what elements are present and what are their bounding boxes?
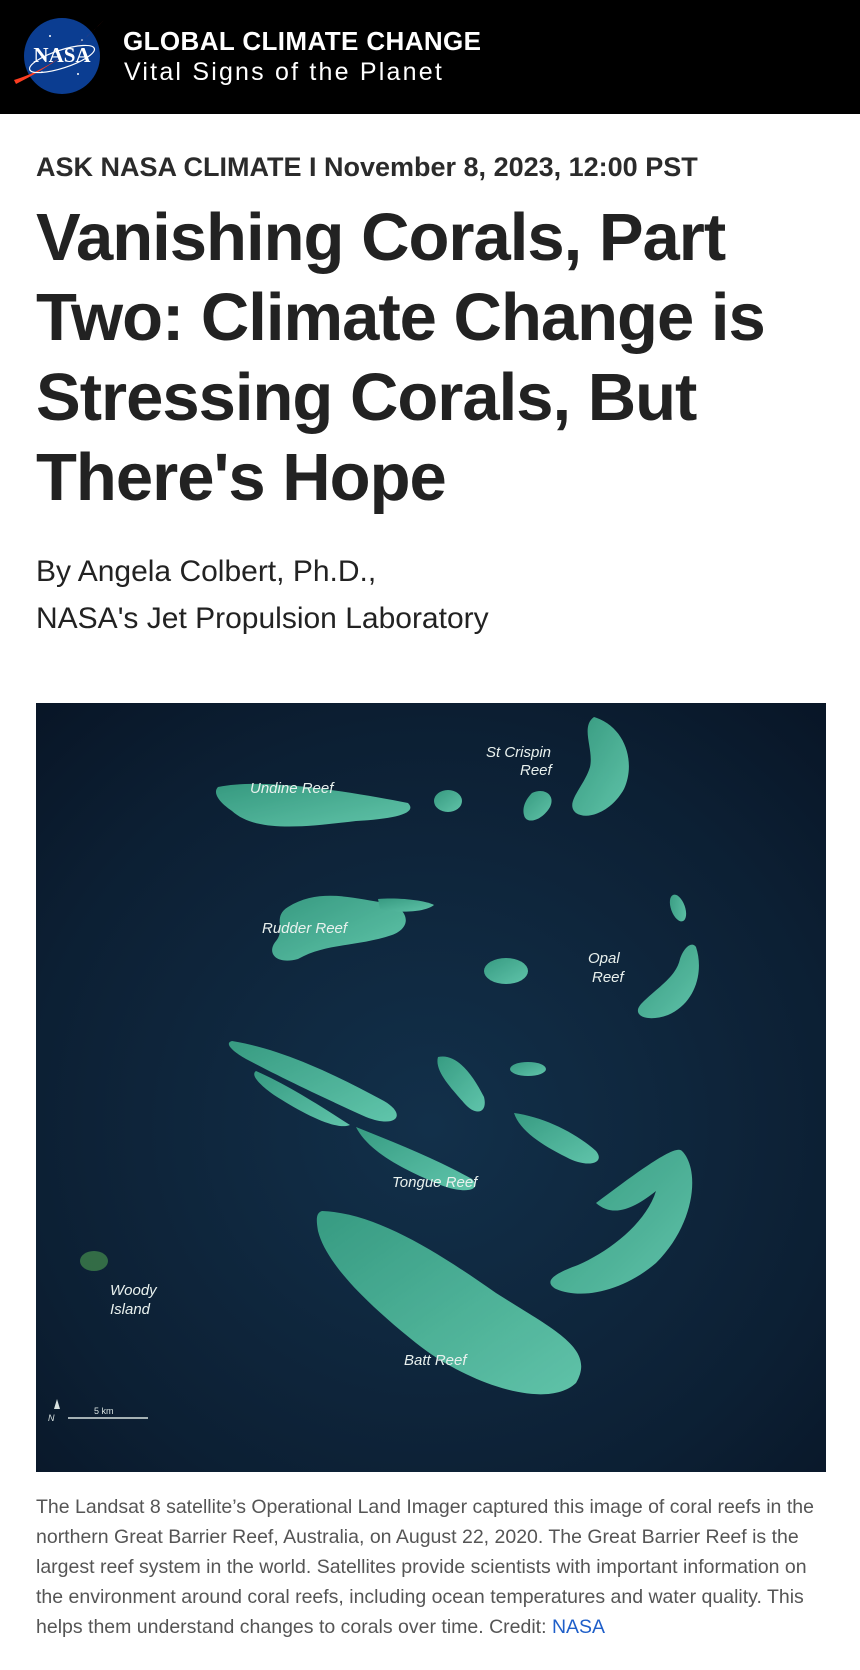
label-woody-2: Island xyxy=(110,1301,151,1318)
site-tagline: Vital Signs of the Planet xyxy=(124,58,444,86)
label-opal-1: Opal xyxy=(588,950,620,967)
label-tongue-reef: Tongue Reef xyxy=(392,1174,479,1191)
reef-map: Undine Reef St Crispin Reef Rudder Reef … xyxy=(36,703,826,1472)
north-label: N xyxy=(48,1413,55,1423)
article-title: Vanishing Corals, Part Two: Climate Chan… xyxy=(36,200,766,515)
byline-author: By Angela Colbert, Ph.D., xyxy=(36,555,377,588)
label-woody-1: Woody xyxy=(110,1282,158,1299)
site-header: NASA GLOBAL CLIMATE CHANGE Vital Signs o… xyxy=(0,0,860,114)
label-batt-reef: Batt Reef xyxy=(404,1352,468,1369)
satellite-image: Undine Reef St Crispin Reef Rudder Reef … xyxy=(36,703,826,1472)
article-byline: By Angela Colbert, Ph.D., NASA's Jet Pro… xyxy=(36,548,489,642)
nasa-logo[interactable]: NASA xyxy=(12,14,106,98)
caption-text: The Landsat 8 satellite’s Operational La… xyxy=(36,1496,814,1638)
label-undine-reef: Undine Reef xyxy=(250,780,335,797)
site-name[interactable]: GLOBAL CLIMATE CHANGE xyxy=(123,26,481,57)
label-opal-2: Reef xyxy=(592,969,626,986)
article-kicker: ASK NASA CLIMATE I November 8, 2023, 12:… xyxy=(36,152,698,182)
label-rudder-reef: Rudder Reef xyxy=(262,920,349,937)
label-st-crispin-2: Reef xyxy=(520,762,554,779)
image-caption: The Landsat 8 satellite’s Operational La… xyxy=(36,1492,826,1642)
label-st-crispin-1: St Crispin xyxy=(486,744,551,761)
credit-link[interactable]: NASA xyxy=(552,1616,605,1638)
byline-affiliation: NASA's Jet Propulsion Laboratory xyxy=(36,602,489,635)
nasa-logo-text: NASA xyxy=(33,43,91,67)
scale-label: 5 km xyxy=(94,1406,114,1416)
